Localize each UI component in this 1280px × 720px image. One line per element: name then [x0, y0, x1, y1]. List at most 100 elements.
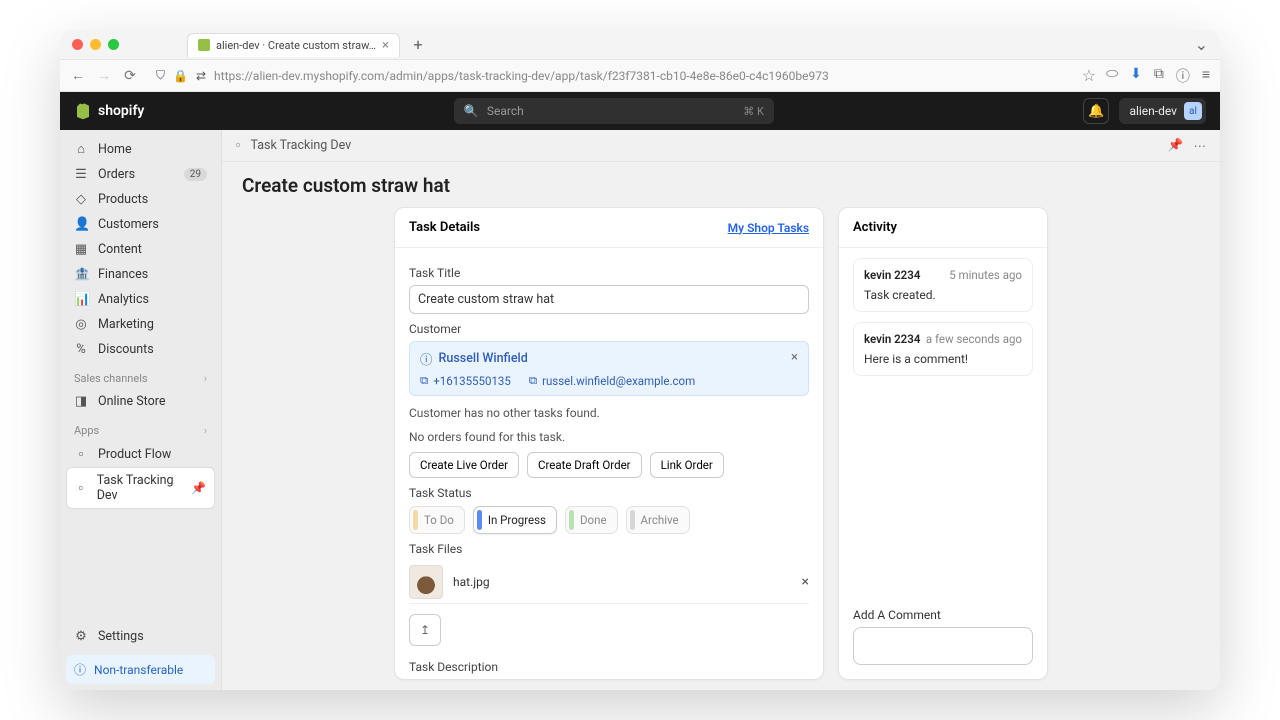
download-icon[interactable]: ⬇ — [1130, 66, 1142, 86]
store-name: alien-dev — [1129, 104, 1177, 118]
status-label: Task Status — [409, 486, 809, 500]
star-icon[interactable]: ☆ — [1082, 66, 1096, 85]
search-icon: 🔍 — [464, 104, 479, 118]
link-order-button[interactable]: Link Order — [650, 452, 724, 478]
sidebar-item-orders[interactable]: ☰Orders29 — [66, 162, 215, 187]
toggle-icon: ⇄ — [196, 69, 206, 83]
store-switcher[interactable]: alien-dev al — [1119, 98, 1206, 124]
close-window[interactable] — [72, 39, 83, 50]
store-icon: ◨ — [74, 394, 88, 409]
file-name: hat.jpg — [453, 575, 490, 589]
status-archive[interactable]: Archive — [626, 506, 690, 534]
customer-label: Customer — [409, 322, 809, 336]
extensions-icon[interactable]: ⧉ — [1154, 66, 1164, 86]
sidebar-item-task-tracking[interactable]: ▫Task Tracking Dev📌 — [66, 467, 215, 509]
reload-icon[interactable]: ⟳ — [122, 68, 138, 84]
sidebar-section-apps[interactable]: Apps› — [66, 414, 215, 441]
shopify-logo[interactable]: shopify — [74, 102, 144, 120]
sidebar-section-channels[interactable]: Sales channels› — [66, 362, 215, 389]
back-icon[interactable]: ← — [70, 67, 86, 84]
activity-card: Activity kevin 22345 minutes ago Task cr… — [838, 207, 1048, 680]
sidebar: ⌂Home ☰Orders29 ◇Products 👤Customers ▦Co… — [60, 130, 222, 690]
global-search[interactable]: 🔍 Search ⌘ K — [454, 98, 774, 124]
sidebar-item-discounts[interactable]: %Discounts — [66, 337, 215, 362]
tabs-dropdown-icon[interactable]: ⌄ — [1195, 35, 1208, 54]
file-thumbnail[interactable] — [409, 565, 443, 599]
sidebar-item-product-flow[interactable]: ▫Product Flow — [66, 441, 215, 467]
status-todo[interactable]: To Do — [409, 506, 465, 534]
pin-icon[interactable]: 📌 — [1168, 138, 1184, 153]
more-icon[interactable]: ⋯ — [1194, 138, 1207, 154]
search-shortcut: ⌘ K — [743, 105, 764, 118]
discounts-icon: % — [74, 342, 88, 357]
orders-badge: 29 — [184, 168, 207, 181]
sidebar-item-online-store[interactable]: ◨Online Store — [66, 389, 215, 414]
products-icon: ◇ — [74, 192, 88, 207]
pocket-icon[interactable]: ⬭ — [1106, 66, 1118, 86]
comment-input[interactable] — [853, 627, 1033, 665]
titlebar: alien-dev · Create custom straw… × + ⌄ — [60, 30, 1220, 60]
new-tab-button[interactable]: + — [408, 35, 428, 55]
task-details-card: Task Details My Shop Tasks Task Title Cu… — [394, 207, 824, 680]
customer-email[interactable]: russel.winfield@example.com — [542, 374, 695, 388]
sidebar-item-marketing[interactable]: ◎Marketing — [66, 312, 215, 337]
address-bar[interactable]: ⛉ 🔒 ⇄ https://alien-dev.myshopify.com/ad… — [148, 68, 1072, 83]
pin-icon[interactable]: 📌 — [191, 481, 206, 495]
activity-item: kevin 22345 minutes ago Task created. — [853, 258, 1033, 312]
marketing-icon: ◎ — [74, 317, 88, 332]
task-title-input[interactable] — [409, 285, 809, 314]
sidebar-item-home[interactable]: ⌂Home — [66, 136, 215, 162]
my-shop-tasks-link[interactable]: My Shop Tasks — [728, 221, 809, 235]
breadcrumb-app: Task Tracking Dev — [250, 138, 351, 153]
copy-icon[interactable]: ⧉ — [529, 373, 537, 388]
browser-tab[interactable]: alien-dev · Create custom straw… × — [187, 33, 400, 57]
maximize-window[interactable] — [108, 39, 119, 50]
comment-label: Add A Comment — [839, 608, 1047, 627]
files-label: Task Files — [409, 542, 809, 556]
lock-icon: 🔒 — [173, 69, 188, 83]
sidebar-item-customers[interactable]: 👤Customers — [66, 212, 215, 237]
no-orders-text: No orders found for this task. — [409, 430, 809, 444]
toolbar-icons: ⬭ ⬇ ⧉ ⓘ ≡ — [1106, 66, 1210, 86]
remove-customer-icon[interactable]: × — [791, 350, 798, 365]
shopify-logo-icon — [74, 102, 92, 120]
close-tab-icon[interactable]: × — [382, 38, 389, 53]
sidebar-item-content[interactable]: ▦Content — [66, 237, 215, 262]
sidebar-item-settings[interactable]: ⚙Settings — [66, 624, 215, 649]
notifications-button[interactable]: 🔔 — [1083, 98, 1109, 124]
minimize-window[interactable] — [90, 39, 101, 50]
app-header: ▫ Task Tracking Dev 📌 ⋯ — [222, 130, 1220, 162]
card-title: Task Details — [409, 220, 480, 235]
copy-icon[interactable]: ⧉ — [420, 373, 428, 388]
no-tasks-text: Customer has no other tasks found. — [409, 406, 809, 420]
chevron-right-icon: › — [204, 372, 207, 385]
customer-name[interactable]: Russell Winfield — [439, 351, 528, 366]
forward-icon[interactable]: → — [96, 67, 112, 84]
customer-chip: ⓘRussell Winfield ⧉+16135550135 ⧉russel.… — [409, 341, 809, 396]
sidebar-item-products[interactable]: ◇Products — [66, 187, 215, 212]
status-done[interactable]: Done — [565, 506, 618, 534]
orders-icon: ☰ — [74, 167, 88, 182]
favicon-icon — [198, 39, 210, 51]
sidebar-item-finances[interactable]: 🏦Finances — [66, 262, 215, 287]
url-bar: ← → ⟳ ⛉ 🔒 ⇄ https://alien-dev.myshopify.… — [60, 60, 1220, 92]
store-avatar: al — [1184, 102, 1202, 120]
bell-icon: 🔔 — [1088, 104, 1104, 119]
menu-icon[interactable]: ≡ — [1202, 66, 1210, 86]
create-draft-order-button[interactable]: Create Draft Order — [527, 452, 642, 478]
upload-icon: ↥ — [420, 623, 430, 637]
create-live-order-button[interactable]: Create Live Order — [409, 452, 519, 478]
finances-icon: 🏦 — [74, 267, 88, 282]
non-transferable-banner[interactable]: ⓘNon-transferable — [66, 655, 215, 684]
chevron-right-icon: › — [204, 424, 207, 437]
sidebar-item-analytics[interactable]: 📊Analytics — [66, 287, 215, 312]
task-title-label: Task Title — [409, 266, 809, 280]
content-icon: ▦ — [74, 242, 88, 257]
shopify-topbar: shopify 🔍 Search ⌘ K 🔔 alien-dev al — [60, 92, 1220, 130]
remove-file-icon[interactable]: × — [802, 574, 809, 590]
upload-button[interactable]: ↥ — [409, 614, 441, 646]
status-in-progress[interactable]: In Progress — [473, 506, 557, 534]
account-icon[interactable]: ⓘ — [1176, 66, 1190, 86]
tab-title: alien-dev · Create custom straw… — [216, 39, 376, 52]
home-icon: ⌂ — [74, 141, 88, 157]
